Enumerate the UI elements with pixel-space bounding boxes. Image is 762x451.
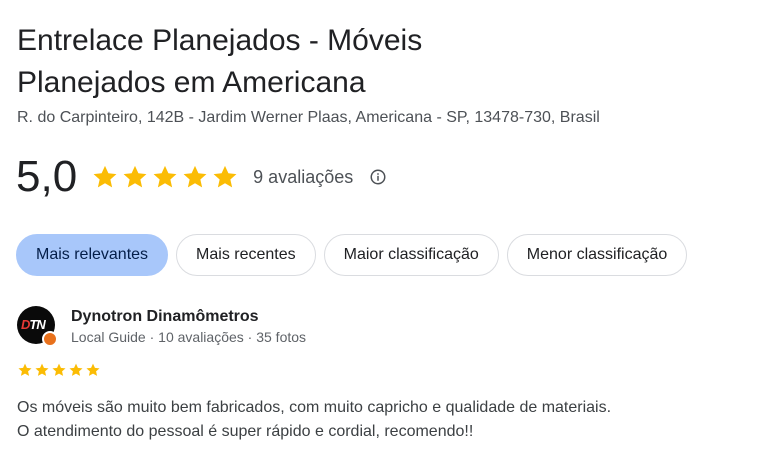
place-title-line-2: Planejados em Americana — [17, 66, 366, 99]
star-icon — [123, 165, 147, 188]
info-icon[interactable] — [369, 168, 387, 186]
reviewer-name[interactable]: Dynotron Dinamômetros — [71, 308, 259, 326]
place-address: R. do Carpinteiro, 142B - Jardim Werner … — [17, 109, 600, 126]
review-text: Os móveis são muito bem fabricados, com … — [17, 396, 737, 444]
star-icon — [69, 363, 83, 376]
sort-chip-lowest-rating[interactable]: Menor classificação — [506, 234, 688, 276]
avatar-logo: DTN — [21, 317, 46, 332]
review-stars — [17, 362, 101, 378]
sort-chip-highest-rating[interactable]: Maior classificação — [323, 234, 499, 276]
rating-summary: 5,0 9 avaliações — [16, 152, 387, 202]
sort-chips: Mais relevantes Mais recentes Maior clas… — [16, 234, 688, 276]
rating-stars — [91, 163, 239, 191]
local-guide-badge-icon — [42, 331, 58, 347]
review-text-line-2: O atendimento do pessoal é super rápido … — [17, 423, 474, 440]
rating-value: 5,0 — [16, 152, 78, 201]
sort-chip-most-recent[interactable]: Mais recentes — [176, 234, 316, 276]
star-icon — [52, 363, 66, 376]
sort-chip-most-relevant[interactable]: Mais relevantes — [16, 234, 169, 276]
review-text-line-1: Os móveis são muito bem fabricados, com … — [17, 399, 612, 416]
avatar[interactable]: DTN — [17, 306, 58, 347]
star-icon — [213, 165, 237, 188]
star-icon — [183, 165, 207, 188]
place-title-line-1: Entrelace Planejados - Móveis — [17, 24, 423, 57]
star-icon — [18, 363, 32, 376]
star-icon — [153, 165, 177, 188]
star-icon — [93, 165, 117, 188]
star-icon — [86, 363, 100, 376]
place-title: Entrelace Planejados - Móveis Planejados… — [17, 20, 577, 104]
star-icon — [35, 363, 49, 376]
reviewer-meta: Local Guide · 10 avaliações · 35 fotos — [71, 329, 307, 345]
review-count[interactable]: 9 avaliações — [253, 167, 353, 188]
